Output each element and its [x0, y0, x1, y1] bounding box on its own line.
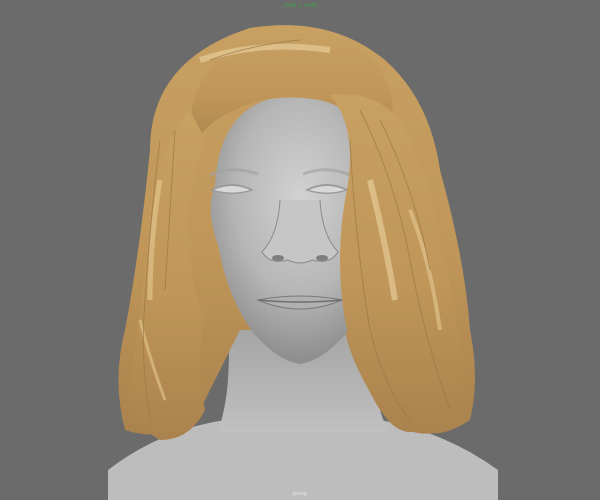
camera-name-label: persp — [292, 491, 308, 497]
resolution-gate-label: 2048 x 2048 — [283, 3, 317, 9]
viewport-render[interactable] — [0, 0, 600, 500]
maya-viewport[interactable]: 2048 x 2048 persp — [0, 0, 600, 500]
